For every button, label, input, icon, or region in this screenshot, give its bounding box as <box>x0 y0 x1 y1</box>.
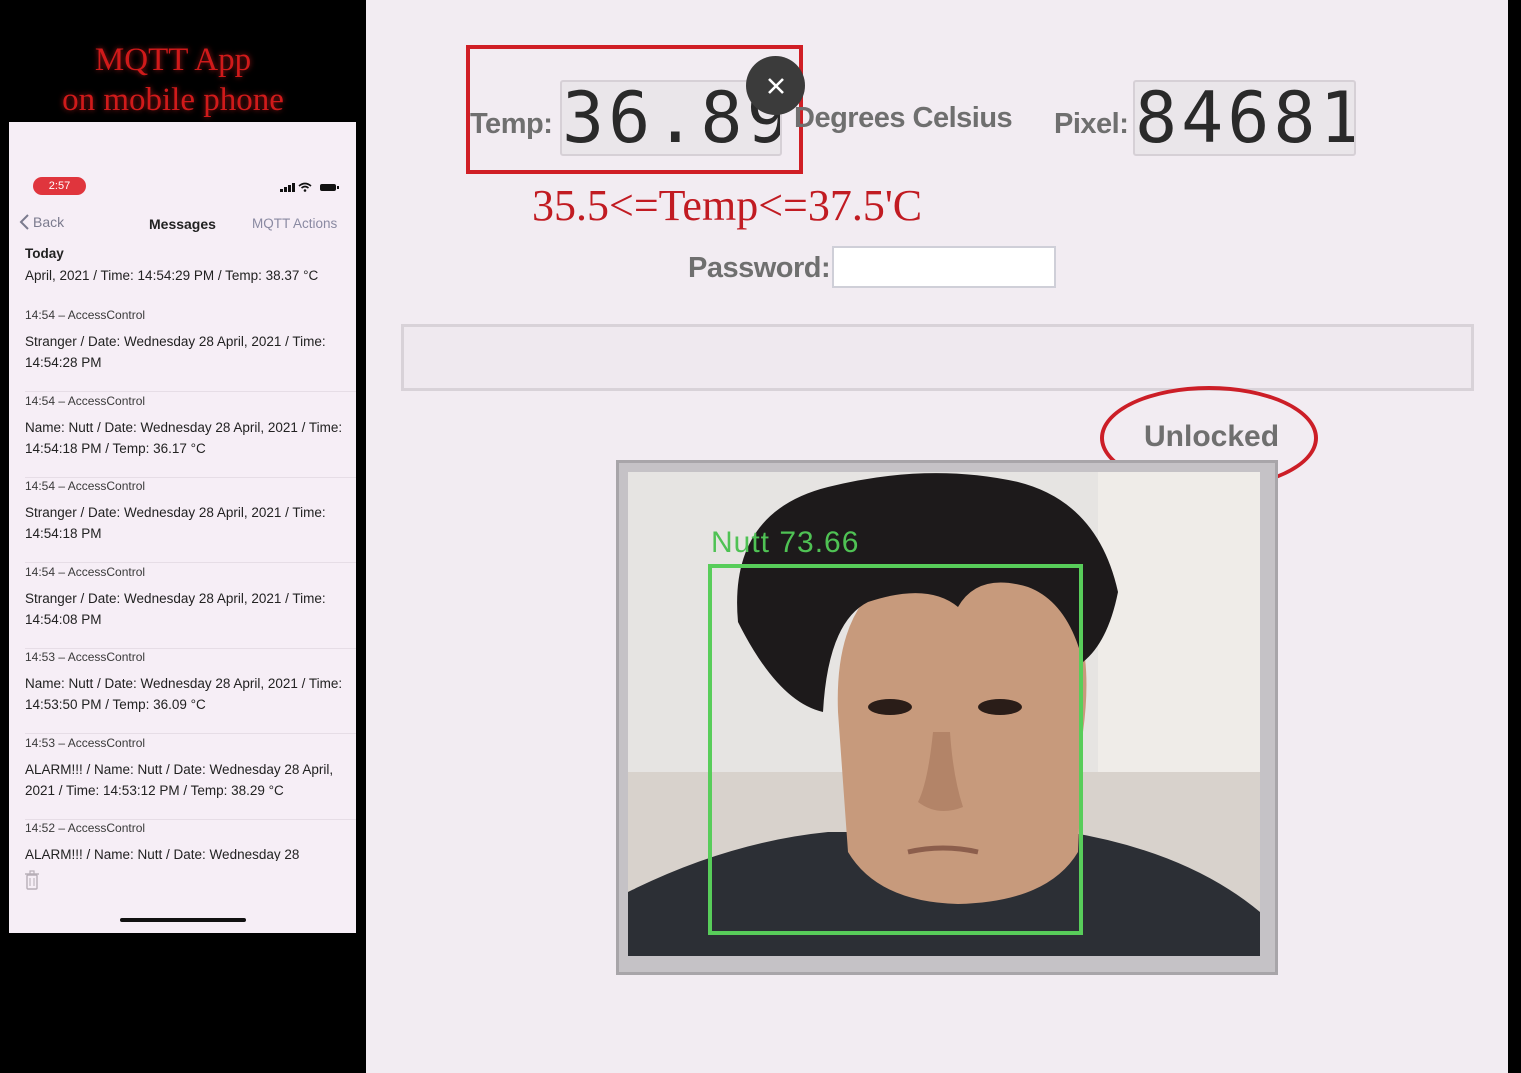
left-panel: MQTT App on mobile phone 2:57 Back Messa… <box>0 0 366 1073</box>
message-body: ALARM!!! / Name: Nutt / Date: Wednesday … <box>25 762 334 798</box>
divider <box>25 391 356 392</box>
back-button[interactable]: Back <box>19 214 64 230</box>
access-control-app: Temp: 36.89 Degrees Celsius Pixel: 84681… <box>366 0 1508 1073</box>
battery-icon <box>320 184 339 191</box>
trash-icon[interactable] <box>25 870 39 890</box>
face-recognition-label: Nutt 73.66 <box>711 526 860 559</box>
message-header: 14:54 – AccessControl <box>25 394 146 408</box>
temp-range-note: 35.5<=Temp<=37.5'C <box>532 181 923 230</box>
face-bounding-box <box>708 564 1083 935</box>
signal-icon-bar <box>284 187 287 192</box>
back-label: Back <box>33 214 65 230</box>
message-output-box[interactable] <box>401 324 1474 391</box>
signal-icon-bar <box>288 185 291 192</box>
signal-icon-bar <box>292 183 295 192</box>
chevron-left-icon <box>19 214 29 230</box>
message-body: ALARM!!! / Name: Nutt / Date: Wednesday … <box>25 847 300 861</box>
password-input[interactable] <box>832 246 1056 288</box>
message-body: Stranger / Date: Wednesday 28 April, 202… <box>25 505 326 541</box>
close-icon <box>767 77 784 94</box>
divider <box>25 562 356 563</box>
message-header: 14:53 – AccessControl <box>25 736 146 750</box>
phone-screen: 2:57 Back Messages MQTT Actions Today Ap… <box>9 122 356 933</box>
today-header: Today <box>25 246 64 261</box>
message-header: 14:54 – AccessControl <box>25 565 146 579</box>
message-body: Stranger / Date: Wednesday 28 April, 202… <box>25 334 326 370</box>
status-icons <box>280 182 344 192</box>
home-indicator[interactable] <box>120 918 246 922</box>
right-border <box>1508 0 1521 1073</box>
list-item[interactable]: 14:54 – AccessControl Name: Nutt / Date:… <box>9 394 356 480</box>
divider <box>25 477 356 478</box>
caption-line-2: on mobile phone <box>62 82 284 118</box>
list-item[interactable]: 14:53 – AccessControl ALARM!!! / Name: N… <box>9 736 356 822</box>
message-header: 14:52 – AccessControl <box>25 821 146 835</box>
list-item[interactable]: 14:54 – AccessControl Stranger / Date: W… <box>9 308 356 394</box>
video-caption: MQTT App on mobile phone <box>0 40 346 120</box>
wifi-icon <box>298 182 312 192</box>
message-body: Name: Nutt / Date: Wednesday 28 April, 2… <box>25 676 343 712</box>
divider <box>25 819 356 820</box>
status-time-badge: 2:57 <box>33 177 86 195</box>
divider <box>25 648 356 649</box>
password-label: Password: <box>688 252 831 284</box>
message-body: Stranger / Date: Wednesday 28 April, 202… <box>25 591 326 627</box>
divider <box>25 733 356 734</box>
list-item[interactable]: 14:53 – AccessControl Name: Nutt / Date:… <box>9 650 356 736</box>
list-item[interactable]: 14:52 – AccessControl ALARM!!! / Name: N… <box>9 821 356 861</box>
message-header: 14:54 – AccessControl <box>25 308 146 322</box>
today-line: April, 2021 / Time: 14:54:29 PM / Temp: … <box>25 268 319 283</box>
message-header: 14:54 – AccessControl <box>25 479 146 493</box>
mqtt-actions-button[interactable]: MQTT Actions <box>252 216 337 231</box>
list-item[interactable]: 14:54 – AccessControl Stranger / Date: W… <box>9 565 356 651</box>
caption-line-1: MQTT App <box>94 42 252 78</box>
pixel-display: 84681 <box>1133 80 1356 156</box>
message-header: 14:53 – AccessControl <box>25 650 146 664</box>
nav-title: Messages <box>149 216 216 232</box>
temp-highlight-box <box>466 45 803 174</box>
message-body: Name: Nutt / Date: Wednesday 28 April, 2… <box>25 420 343 456</box>
list-item[interactable]: 14:54 – AccessControl Stranger / Date: W… <box>9 479 356 565</box>
pixel-label: Pixel: <box>1054 108 1129 140</box>
unit-label: Degrees Celsius <box>794 102 1013 134</box>
nav-bar: Back Messages MQTT Actions <box>9 214 356 236</box>
signal-icon <box>280 189 283 192</box>
